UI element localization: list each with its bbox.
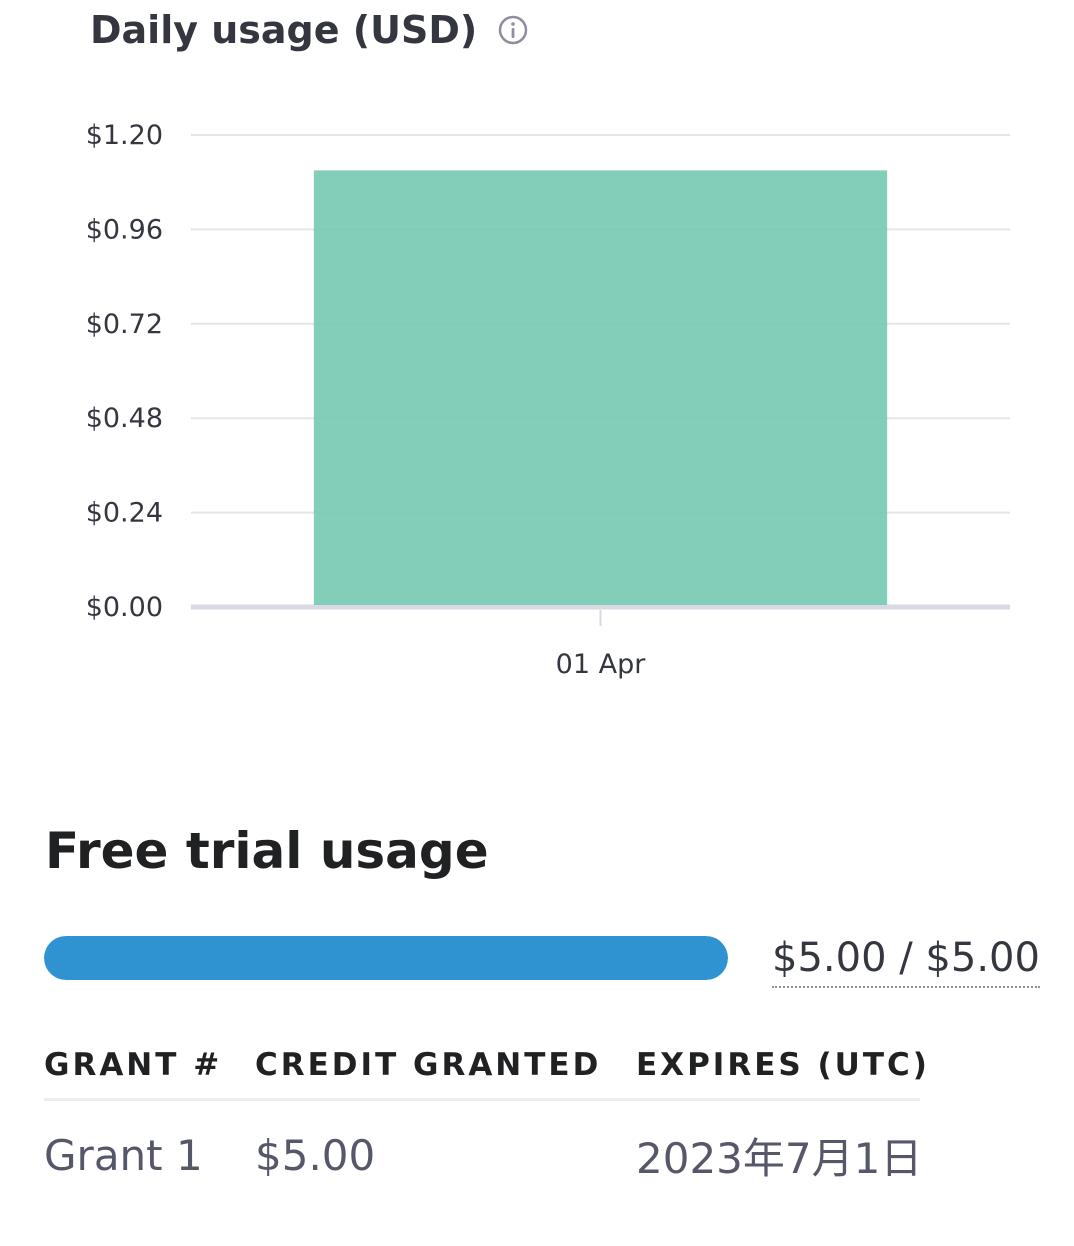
daily-usage-title: Daily usage (USD) (90, 8, 478, 52)
y-tick-label: $0.48 (86, 403, 163, 434)
y-tick-label: $0.96 (86, 214, 163, 245)
column-header-grant: GRANT # (44, 1047, 223, 1083)
y-tick-label: $0.00 (86, 592, 163, 623)
x-tick-label: 01 Apr (556, 649, 647, 680)
y-tick-label: $1.20 (86, 120, 163, 151)
grants-table: GRANT # CREDIT GRANTED EXPIRES (UTC) Gra… (44, 1032, 930, 1209)
info-icon[interactable] (497, 14, 529, 46)
free-trial-amount[interactable]: $5.00 / $5.00 (772, 932, 1040, 988)
daily-usage-header: Daily usage (USD) (90, 6, 529, 54)
free-trial-usage-title: Free trial usage (45, 822, 489, 880)
column-header-expires: EXPIRES (UTC) (636, 1047, 930, 1083)
table-row: Grant 1 $5.00 2023年7月1日 (44, 1101, 923, 1209)
usage-bar[interactable] (313, 170, 888, 605)
column-header-credit-granted: CREDIT GRANTED (255, 1047, 602, 1083)
credit-granted-cell: $5.00 (255, 1130, 376, 1180)
expires-cell: 2023年7月1日 (636, 1133, 923, 1183)
daily-usage-chart-svg: $1.20 $0.96 $0.72 $0.48 $0.24 $0.00 01 Apr (86, 120, 1010, 680)
y-tick-label: $0.72 (86, 309, 163, 340)
grant-name-cell: Grant 1 (44, 1130, 203, 1180)
free-trial-progress-bar (44, 936, 728, 980)
y-tick-label: $0.24 (86, 498, 163, 529)
free-trial-progress-fill (44, 936, 728, 980)
grants-table-header: GRANT # CREDIT GRANTED EXPIRES (UTC) (44, 1032, 930, 1101)
daily-usage-chart: $1.20 $0.96 $0.72 $0.48 $0.24 $0.00 01 Apr (60, 100, 1030, 700)
